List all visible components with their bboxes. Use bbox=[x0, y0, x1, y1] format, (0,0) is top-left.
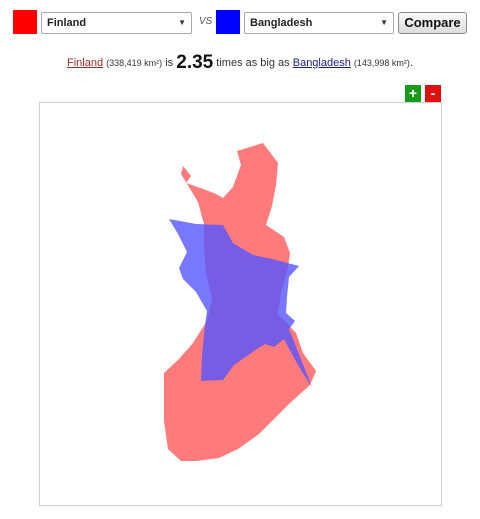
is-text: is bbox=[165, 57, 174, 69]
caret-down-icon: ▼ bbox=[380, 18, 388, 27]
country2-area: (143,998 km²) bbox=[353, 58, 410, 68]
country2-link[interactable]: Bangladesh bbox=[293, 57, 351, 69]
zoom-in-button[interactable]: + bbox=[405, 85, 421, 102]
vs-label: VS bbox=[199, 16, 213, 27]
country1-select[interactable]: Finland ▼ bbox=[41, 12, 192, 34]
country2-select[interactable]: Bangladesh ▼ bbox=[244, 12, 394, 34]
size-ratio: 2.35 bbox=[176, 52, 214, 73]
country1-color-swatch[interactable] bbox=[13, 10, 37, 34]
map-canvas[interactable] bbox=[39, 102, 442, 506]
comparison-summary: Finland (338,419 km²) is 2.35 times as b… bbox=[0, 52, 480, 74]
country1-select-value: Finland bbox=[47, 17, 87, 29]
compare-app: Finland ▼ VS Bangladesh ▼ Compare Finlan… bbox=[0, 0, 480, 519]
middle-text: times as big as bbox=[216, 57, 290, 69]
country1-link[interactable]: Finland bbox=[67, 57, 103, 69]
country2-color-swatch[interactable] bbox=[216, 10, 240, 34]
end-text: . bbox=[409, 57, 413, 69]
compare-button[interactable]: Compare bbox=[398, 12, 467, 34]
country2-select-value: Bangladesh bbox=[250, 17, 313, 29]
country1-area: (338,419 km²) bbox=[106, 58, 163, 68]
zoom-out-button[interactable]: - bbox=[425, 85, 441, 102]
overlay-svg bbox=[164, 143, 316, 461]
caret-down-icon: ▼ bbox=[178, 18, 186, 27]
